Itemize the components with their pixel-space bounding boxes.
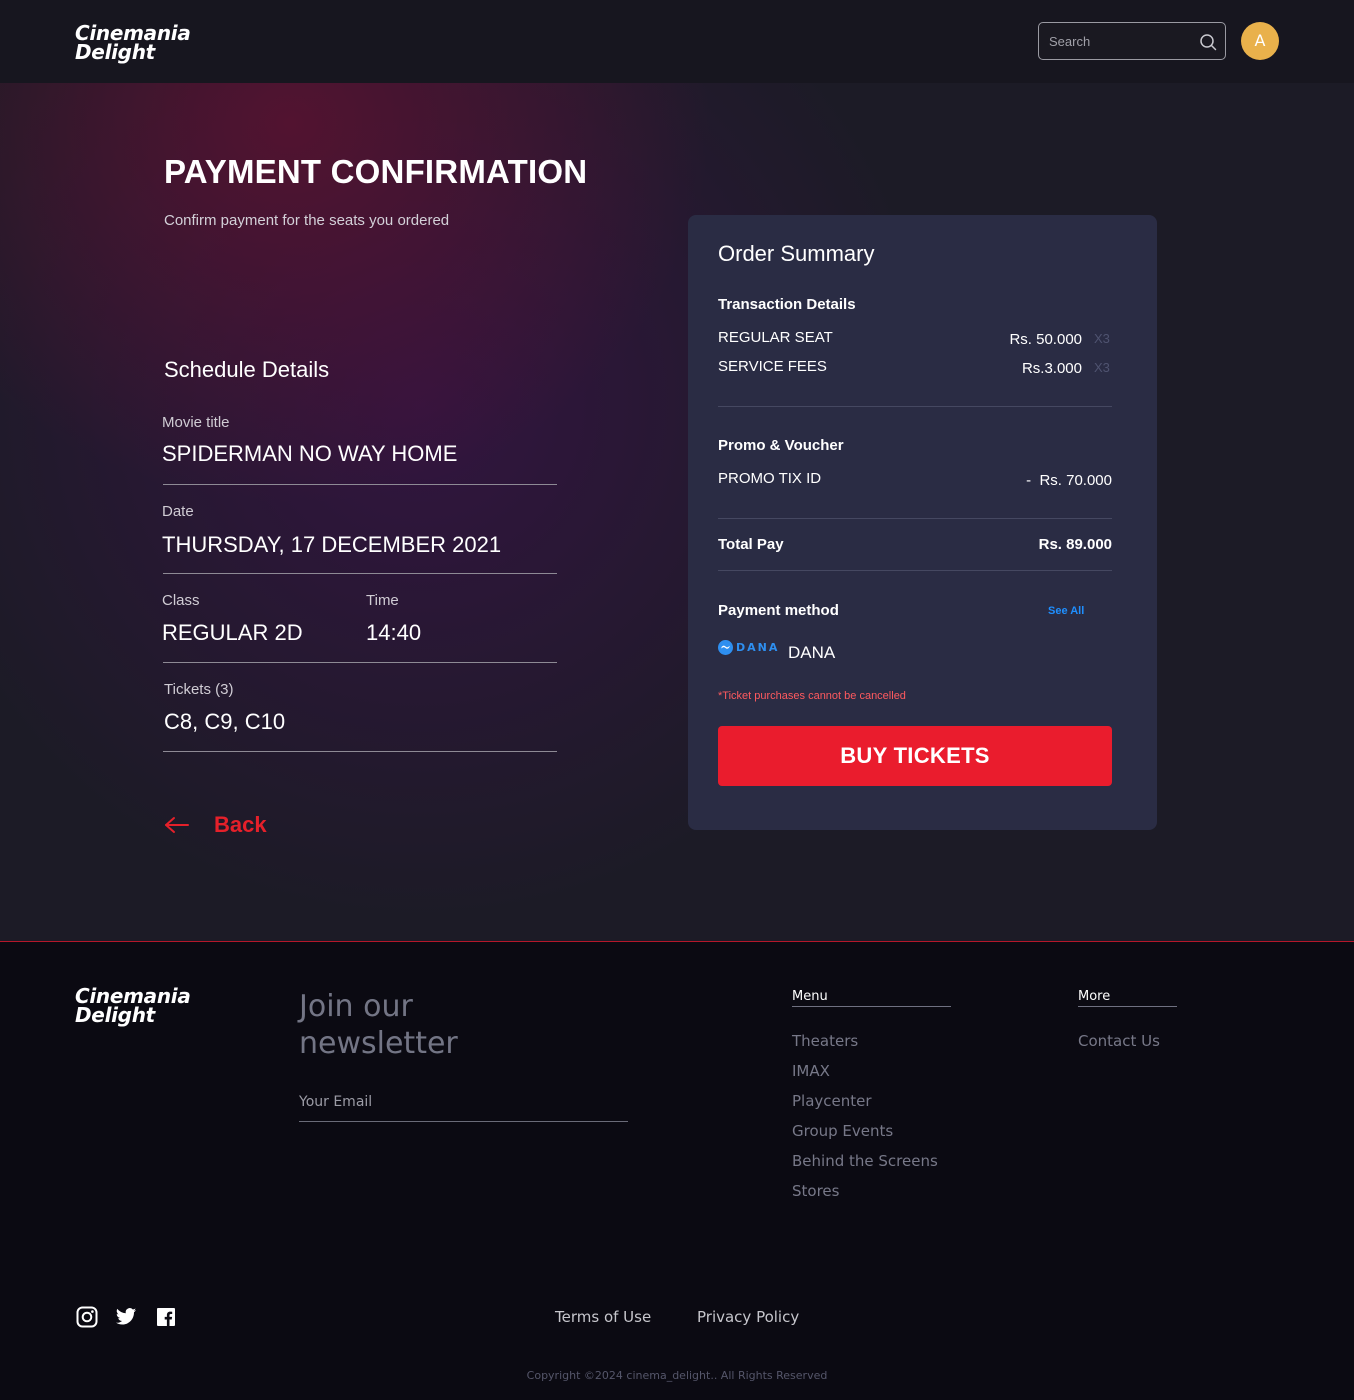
- promo-label: PROMO TIX ID: [718, 470, 822, 487]
- movie-title-label: Movie title: [162, 414, 230, 431]
- terms-of-use-link[interactable]: Terms of Use: [555, 1308, 651, 1326]
- newsletter-heading-line1: Join our: [299, 989, 413, 1024]
- buy-tickets-button[interactable]: BUY TICKETS: [718, 726, 1112, 786]
- divider: [718, 570, 1112, 571]
- date-label: Date: [162, 503, 194, 520]
- main-content: PAYMENT CONFIRMATION Confirm payment for…: [0, 83, 1354, 941]
- dana-icon: [718, 640, 733, 655]
- user-avatar[interactable]: A: [1241, 22, 1279, 60]
- footer-link-playcenter[interactable]: Playcenter: [792, 1092, 872, 1110]
- search-box: [1038, 22, 1226, 60]
- date-value: THURSDAY, 17 DECEMBER 2021: [162, 532, 502, 557]
- regular-seat-quantity: X3: [1094, 331, 1110, 346]
- footer-link-behind-the-screens[interactable]: Behind the Screens: [792, 1152, 938, 1170]
- order-summary-title: Order Summary: [718, 241, 875, 266]
- newsletter-email-input[interactable]: [299, 1090, 628, 1114]
- brand-logo-line2: Delight: [75, 40, 155, 64]
- footer-link-theaters[interactable]: Theaters: [792, 1032, 858, 1050]
- divider: [718, 406, 1112, 407]
- newsletter-heading-line2: newsletter: [299, 1026, 458, 1061]
- dana-logo-text: DANA: [736, 641, 780, 654]
- search-icon[interactable]: [1199, 33, 1217, 51]
- divider: [718, 518, 1112, 519]
- footer-more-heading: More: [1078, 989, 1111, 1004]
- copyright-text: Copyright ©2024 cinema_delight.. All Rig…: [526, 1369, 828, 1382]
- back-label: Back: [214, 812, 267, 837]
- service-fees-quantity: X3: [1094, 360, 1110, 375]
- newsletter-email-field: [299, 1090, 628, 1122]
- payment-method-heading: Payment method: [718, 602, 839, 619]
- privacy-policy-link[interactable]: Privacy Policy: [697, 1308, 799, 1326]
- cancellation-warning: *Ticket purchases cannot be cancelled: [718, 690, 906, 702]
- payment-method-name[interactable]: DANA: [788, 643, 835, 663]
- divider: [163, 573, 557, 574]
- transaction-heading: Transaction Details: [718, 296, 856, 313]
- footer-menu-heading: Menu: [792, 989, 828, 1004]
- regular-seat-price: Rs. 50.000: [1009, 331, 1082, 348]
- regular-seat-label: REGULAR SEAT: [718, 329, 833, 346]
- dana-logo[interactable]: DANA: [718, 640, 779, 655]
- page-title: PAYMENT CONFIRMATION: [164, 153, 588, 190]
- divider: [792, 1006, 951, 1007]
- divider: [163, 751, 557, 752]
- back-button[interactable]: Back: [164, 810, 267, 840]
- newsletter-heading: Join our newsletter: [299, 988, 458, 1062]
- time-value: 14:40: [366, 620, 422, 645]
- facebook-icon[interactable]: [155, 1306, 177, 1328]
- footer-link-stores[interactable]: Stores: [792, 1182, 839, 1200]
- footer-link-contact-us[interactable]: Contact Us: [1078, 1032, 1160, 1050]
- footer: Cinemania Delight Join our newsletter Me…: [0, 941, 1354, 1400]
- twitter-icon[interactable]: [115, 1306, 137, 1328]
- page-subtitle: Confirm payment for the seats you ordere…: [164, 212, 450, 229]
- arrow-left-icon: [165, 817, 189, 833]
- footer-brand-logo[interactable]: Cinemania Delight: [75, 986, 191, 1027]
- movie-title-value: SPIDERMAN NO WAY HOME: [162, 441, 458, 466]
- class-label: Class: [162, 592, 200, 609]
- footer-brand-logo-line2: Delight: [75, 1003, 155, 1027]
- total-pay-label: Total Pay: [718, 536, 784, 553]
- total-pay-value: Rs. 89.000: [1038, 536, 1112, 553]
- instagram-icon[interactable]: [76, 1306, 98, 1328]
- tickets-value: C8, C9, C10: [164, 709, 286, 734]
- see-all-link[interactable]: See All: [1048, 605, 1084, 617]
- order-summary-card: Order Summary Transaction Details REGULA…: [688, 215, 1157, 830]
- top-nav-bar: Cinemania Delight A: [0, 0, 1354, 83]
- divider: [1078, 1006, 1177, 1007]
- schedule-heading: Schedule Details: [164, 357, 330, 382]
- promo-heading: Promo & Voucher: [718, 437, 844, 454]
- promo-value: - Rs. 70.000: [1026, 472, 1112, 489]
- divider: [163, 484, 557, 485]
- class-value: REGULAR 2D: [162, 620, 303, 645]
- footer-link-group-events[interactable]: Group Events: [792, 1122, 893, 1140]
- search-input[interactable]: [1049, 32, 1189, 50]
- divider: [163, 662, 557, 663]
- time-label: Time: [366, 592, 399, 609]
- service-fees-price: Rs.3.000: [1021, 360, 1082, 377]
- service-fees-label: SERVICE FEES: [718, 358, 827, 375]
- brand-logo[interactable]: Cinemania Delight: [75, 23, 191, 64]
- tickets-label: Tickets (3): [164, 681, 234, 698]
- footer-link-imax[interactable]: IMAX: [792, 1062, 830, 1080]
